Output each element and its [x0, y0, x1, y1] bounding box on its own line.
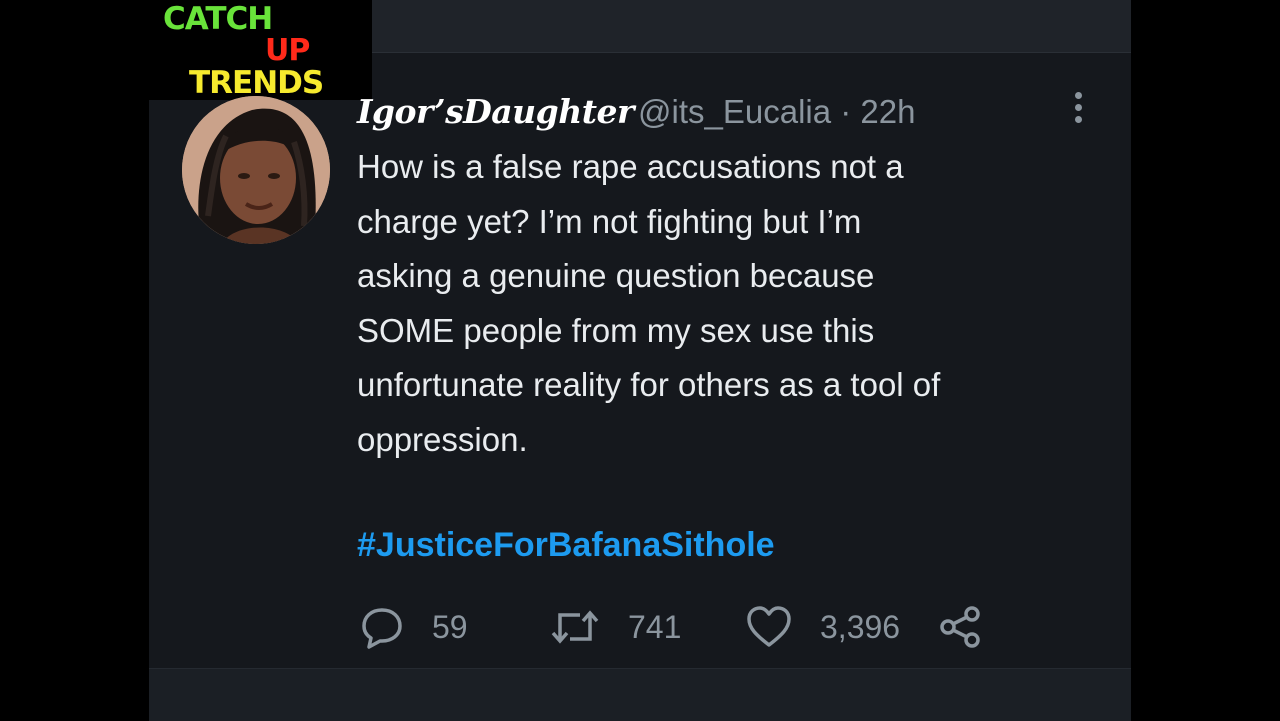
retweet-button[interactable]: 741 [550, 604, 681, 650]
display-name[interactable]: Igor’sDaughter [357, 92, 634, 131]
like-icon [747, 606, 791, 647]
retweet-count: 741 [628, 608, 682, 645]
tweet-text: How is a false rape accusations not a ch… [357, 148, 941, 458]
like-button[interactable]: 3,396 [746, 604, 900, 650]
more-icon[interactable] [1064, 92, 1092, 130]
like-count: 3,396 [820, 608, 901, 645]
logo-line-2: UP [265, 33, 310, 68]
reply-count: 59 [432, 608, 468, 645]
retweet-icon [551, 610, 599, 644]
bottom-strip [149, 668, 1131, 721]
catch-up-trends-logo: CATCH UP TRENDS [149, 0, 372, 100]
hashtag-link[interactable]: #JusticeForBafanaSithole [357, 526, 775, 565]
share-icon [940, 606, 980, 648]
reply-button[interactable]: 59 [360, 604, 468, 650]
reply-icon [362, 608, 402, 649]
share-button[interactable] [938, 604, 1012, 650]
handle-and-time[interactable]: @its_Eucalia · 22h [638, 93, 915, 131]
logo-line-1: CATCH [163, 1, 273, 37]
avatar[interactable] [182, 96, 330, 244]
logo-line-3: TRENDS [189, 65, 324, 101]
